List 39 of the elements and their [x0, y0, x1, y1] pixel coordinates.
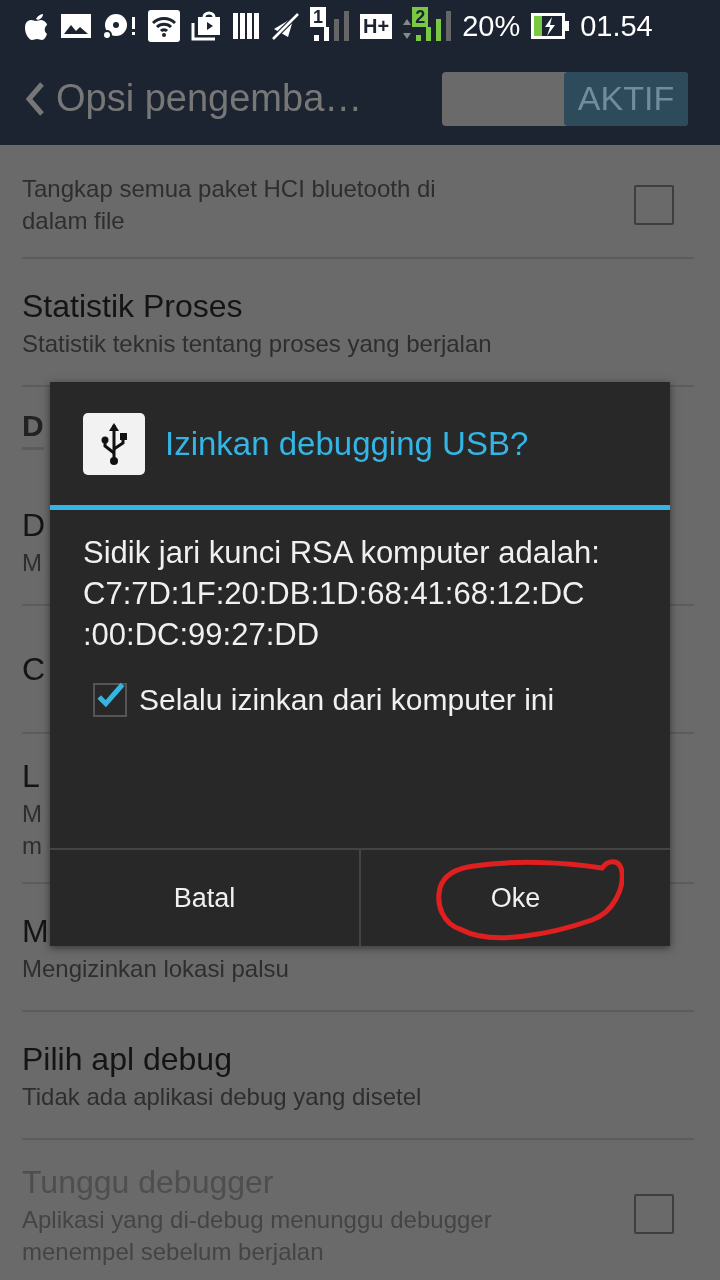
- checkbox[interactable]: [93, 683, 127, 717]
- setting-title: M: [22, 912, 49, 951]
- battery-percent: 20%: [462, 9, 521, 43]
- mute-icon: [270, 11, 300, 41]
- dialog-button[interactable]: Oke: [359, 850, 670, 946]
- apple-icon: [22, 11, 50, 41]
- dialog-message: Sidik jari kunci RSA komputer adalah: C7:7D:1F:20:DB:1D:68:41:68:12:DC :00:DC:99:27:DD: [83, 534, 601, 654]
- network-type-label: H+: [360, 13, 393, 39]
- section-header: D: [22, 387, 44, 450]
- wifi-icon: [148, 10, 180, 42]
- bars-icon: [232, 11, 260, 41]
- battery-charging-icon: [530, 12, 571, 40]
- checkbox-label: Selalu izinkan dari komputer ini: [139, 683, 555, 717]
- image-icon: [60, 13, 92, 39]
- master-switch[interactable]: AKTIF: [442, 71, 688, 126]
- always-allow-checkbox[interactable]: Selalu izinkan dari komputer ini: [93, 683, 640, 717]
- switch-thumb: AKTIF: [564, 71, 688, 126]
- clock: 01.54: [580, 9, 653, 43]
- sim-label: 1: [310, 7, 326, 27]
- setting-description: Statistik teknis tentang proses yang berjalan: [22, 329, 492, 359]
- play-bag-icon: [190, 11, 222, 41]
- setting-item[interactable]: Tangkap semua paket HCI bluetooth di dalam file: [22, 145, 694, 259]
- sim-label: 2: [412, 7, 429, 27]
- setting-description: M m: [22, 799, 42, 861]
- setting-title: D: [22, 506, 46, 545]
- disc-icon: [102, 11, 138, 41]
- checkbox[interactable]: [634, 185, 674, 225]
- back-chevron-icon: [24, 80, 46, 117]
- setting-description: Tangkap semua paket HCI bluetooth di dalam file: [22, 174, 436, 236]
- usb-icon: [83, 412, 145, 475]
- dialog-title: Izinkan debugging USB?: [165, 424, 529, 463]
- setting-description: Mengizinkan lokasi palsu: [22, 954, 289, 984]
- setting-title: L: [22, 757, 40, 796]
- setting-title: Pilih apl debug: [22, 1040, 232, 1079]
- setting-item[interactable]: Pilih apl debug Tidak ada aplikasi debug yang disetel: [22, 1012, 694, 1140]
- setting-title: C: [22, 650, 46, 689]
- setting-description: Tidak ada aplikasi debug yang disetel: [22, 1082, 422, 1112]
- setting-description: M: [22, 548, 42, 578]
- setting-title: Statistik Proses: [22, 287, 243, 326]
